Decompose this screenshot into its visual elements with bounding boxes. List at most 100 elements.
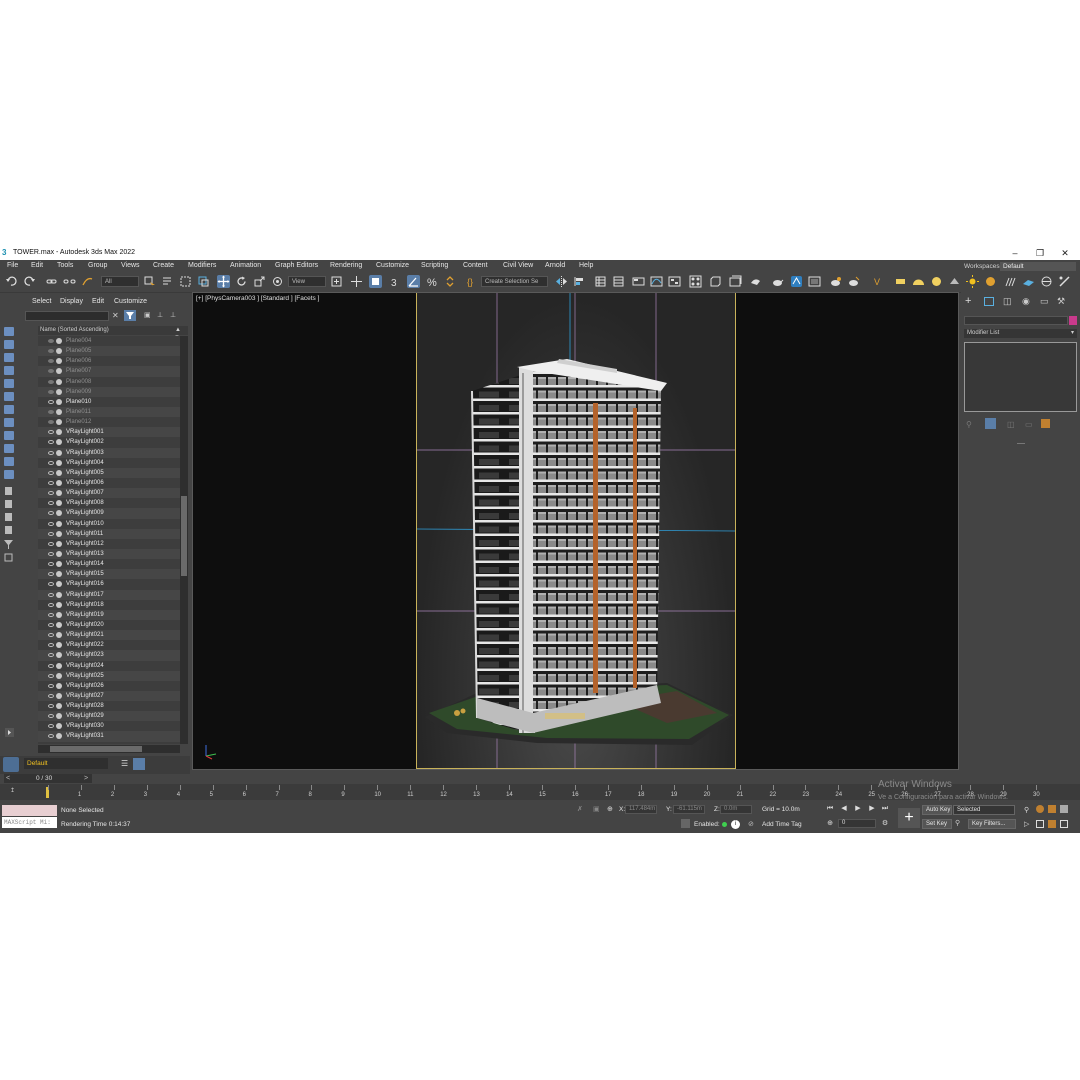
visibility-eye-icon[interactable] xyxy=(48,612,54,617)
vray-sun-icon[interactable] xyxy=(966,275,979,288)
select-by-name-icon[interactable] xyxy=(161,275,174,288)
unlink-icon[interactable] xyxy=(63,275,76,288)
visibility-eye-icon[interactable] xyxy=(48,379,54,384)
window-crossing-icon[interactable] xyxy=(197,275,210,288)
list-item[interactable]: VRayLight002 xyxy=(38,437,180,447)
current-frame-field[interactable]: 0 xyxy=(838,819,876,828)
edit-named-selection-icon[interactable]: {} xyxy=(466,275,479,288)
list-item[interactable]: VRayLight017 xyxy=(38,589,180,600)
align-icon[interactable] xyxy=(573,275,586,288)
vray-fur-icon[interactable] xyxy=(1004,275,1017,288)
list-item[interactable]: Plane005 xyxy=(38,346,180,357)
menu-graph-editors[interactable]: Graph Editors xyxy=(275,262,318,269)
orbit-icon[interactable] xyxy=(1048,820,1056,828)
layers-icon[interactable]: ☰ xyxy=(121,759,128,768)
visibility-eye-icon[interactable] xyxy=(48,541,54,546)
modifier-list-dropdown[interactable]: Modifier List ▾ xyxy=(964,329,1077,338)
vray-ies-light-icon[interactable] xyxy=(948,275,961,288)
visibility-eye-icon[interactable] xyxy=(48,551,54,556)
vray-sphere-light-icon[interactable] xyxy=(930,275,943,288)
visibility-eye-icon[interactable] xyxy=(48,349,54,354)
select-and-scale-icon[interactable] xyxy=(253,275,266,288)
visibility-eye-icon[interactable] xyxy=(48,531,54,536)
select-and-move-icon[interactable] xyxy=(217,275,230,288)
maxscript-mini-listener[interactable]: MAXScript Mi: xyxy=(2,817,57,828)
list-item[interactable]: VRayLight010 xyxy=(38,519,180,529)
menu-scripting[interactable]: Scripting xyxy=(421,262,448,269)
list-item[interactable]: VRayLight001 xyxy=(38,427,180,438)
tab-edit[interactable]: Edit xyxy=(92,298,104,305)
reference-coordinate-dropdown[interactable]: View xyxy=(288,276,326,287)
visibility-eye-icon[interactable] xyxy=(48,440,54,445)
visibility-eye-icon[interactable] xyxy=(48,480,54,485)
chevron-left-icon[interactable]: < xyxy=(6,775,10,782)
toggle-scene-explorer-icon[interactable] xyxy=(594,275,607,288)
layer-explorer-toggle-icon[interactable] xyxy=(3,757,19,772)
percent-snap-icon[interactable]: % xyxy=(426,275,439,288)
pan-view-icon[interactable] xyxy=(1036,820,1044,828)
info-icon[interactable]: i xyxy=(731,820,740,829)
hierarchy-tab-icon[interactable]: ◫ xyxy=(1003,296,1012,307)
minimize-button[interactable]: – xyxy=(1004,247,1026,259)
zoom-all-icon[interactable] xyxy=(1036,805,1044,813)
toggle-layer-explorer-icon[interactable] xyxy=(612,275,625,288)
material-editor-icon[interactable] xyxy=(689,275,702,288)
list-item[interactable]: VRayLight006 xyxy=(38,478,180,488)
select-and-rotate-icon[interactable] xyxy=(235,275,248,288)
object-color-swatch[interactable] xyxy=(1069,316,1077,325)
visibility-eye-icon[interactable] xyxy=(48,409,54,414)
menu-help[interactable]: Help xyxy=(579,262,593,269)
vray-dome-light-icon[interactable] xyxy=(912,275,925,288)
lock-icon[interactable]: ▣ xyxy=(144,311,151,319)
menu-civil-view[interactable]: Civil View xyxy=(503,262,533,269)
visibility-eye-icon[interactable] xyxy=(48,562,54,567)
maximize-button[interactable]: ❐ xyxy=(1029,247,1051,259)
list-item[interactable]: Plane007 xyxy=(38,366,180,377)
utilities-tab-icon[interactable]: ⚒ xyxy=(1057,296,1065,307)
render-production-icon[interactable] xyxy=(749,275,762,288)
list-item[interactable]: Plane006 xyxy=(38,356,180,366)
visibility-eye-icon[interactable] xyxy=(48,460,54,465)
angle-snap-icon[interactable] xyxy=(407,275,420,288)
z-coordinate-field[interactable]: 0.0m xyxy=(720,805,752,814)
vray-proxy-icon[interactable] xyxy=(984,275,997,288)
vray-interactive-icon[interactable] xyxy=(847,275,860,288)
zoom-extents-all-icon[interactable] xyxy=(1060,805,1068,813)
schematic-view-icon[interactable] xyxy=(668,275,681,288)
make-unique-icon[interactable]: ◫ xyxy=(1007,420,1015,429)
list-item[interactable]: VRayLight021 xyxy=(38,630,180,641)
curve-editor-icon[interactable] xyxy=(650,275,663,288)
visibility-eye-icon[interactable] xyxy=(48,673,54,678)
hierarchy-icon[interactable]: ⊥ xyxy=(157,311,163,319)
list-item[interactable]: VRayLight004 xyxy=(38,458,180,468)
visibility-eye-icon[interactable] xyxy=(48,511,54,516)
visibility-eye-icon[interactable] xyxy=(48,714,54,719)
absolute-mode-icon[interactable]: ⊕ xyxy=(607,805,613,813)
rendered-frame-window-icon[interactable] xyxy=(729,275,742,288)
sort-icon[interactable]: ⊥ xyxy=(170,311,176,319)
scrollbar-thumb[interactable] xyxy=(181,496,187,576)
link-icon[interactable] xyxy=(45,275,58,288)
maximize-viewport-icon[interactable] xyxy=(1060,820,1068,828)
adaptive-degradation-icon[interactable] xyxy=(681,819,690,828)
list-item[interactable]: VRayLight008 xyxy=(38,498,180,508)
workspace-dropdown[interactable]: Default xyxy=(1000,262,1076,271)
menu-group[interactable]: Group xyxy=(88,262,107,269)
visibility-eye-icon[interactable] xyxy=(48,592,54,597)
menu-customize[interactable]: Customize xyxy=(376,262,409,269)
tab-display[interactable]: Display xyxy=(60,298,83,305)
list-item[interactable]: Plane012 xyxy=(38,417,180,427)
visibility-eye-icon[interactable] xyxy=(48,633,54,638)
list-item[interactable]: VRayLight019 xyxy=(38,609,180,620)
key-filter-icon[interactable]: ⚲ xyxy=(955,819,960,827)
remove-modifier-icon[interactable]: ▭ xyxy=(1025,420,1033,429)
list-item[interactable]: VRayLight024 xyxy=(38,661,180,671)
named-selection-dropdown[interactable]: Create Selection Se xyxy=(481,276,548,287)
vray-clipper-icon[interactable] xyxy=(1058,275,1071,288)
vray-plane-icon[interactable] xyxy=(1022,275,1035,288)
y-coordinate-field[interactable]: -61.115m xyxy=(673,805,705,814)
menu-modifiers[interactable]: Modifiers xyxy=(188,262,216,269)
list-item[interactable]: Plane008 xyxy=(38,377,180,387)
list-item[interactable]: Plane004 xyxy=(38,336,180,346)
keyboard-shortcut-override-icon[interactable] xyxy=(369,275,382,288)
